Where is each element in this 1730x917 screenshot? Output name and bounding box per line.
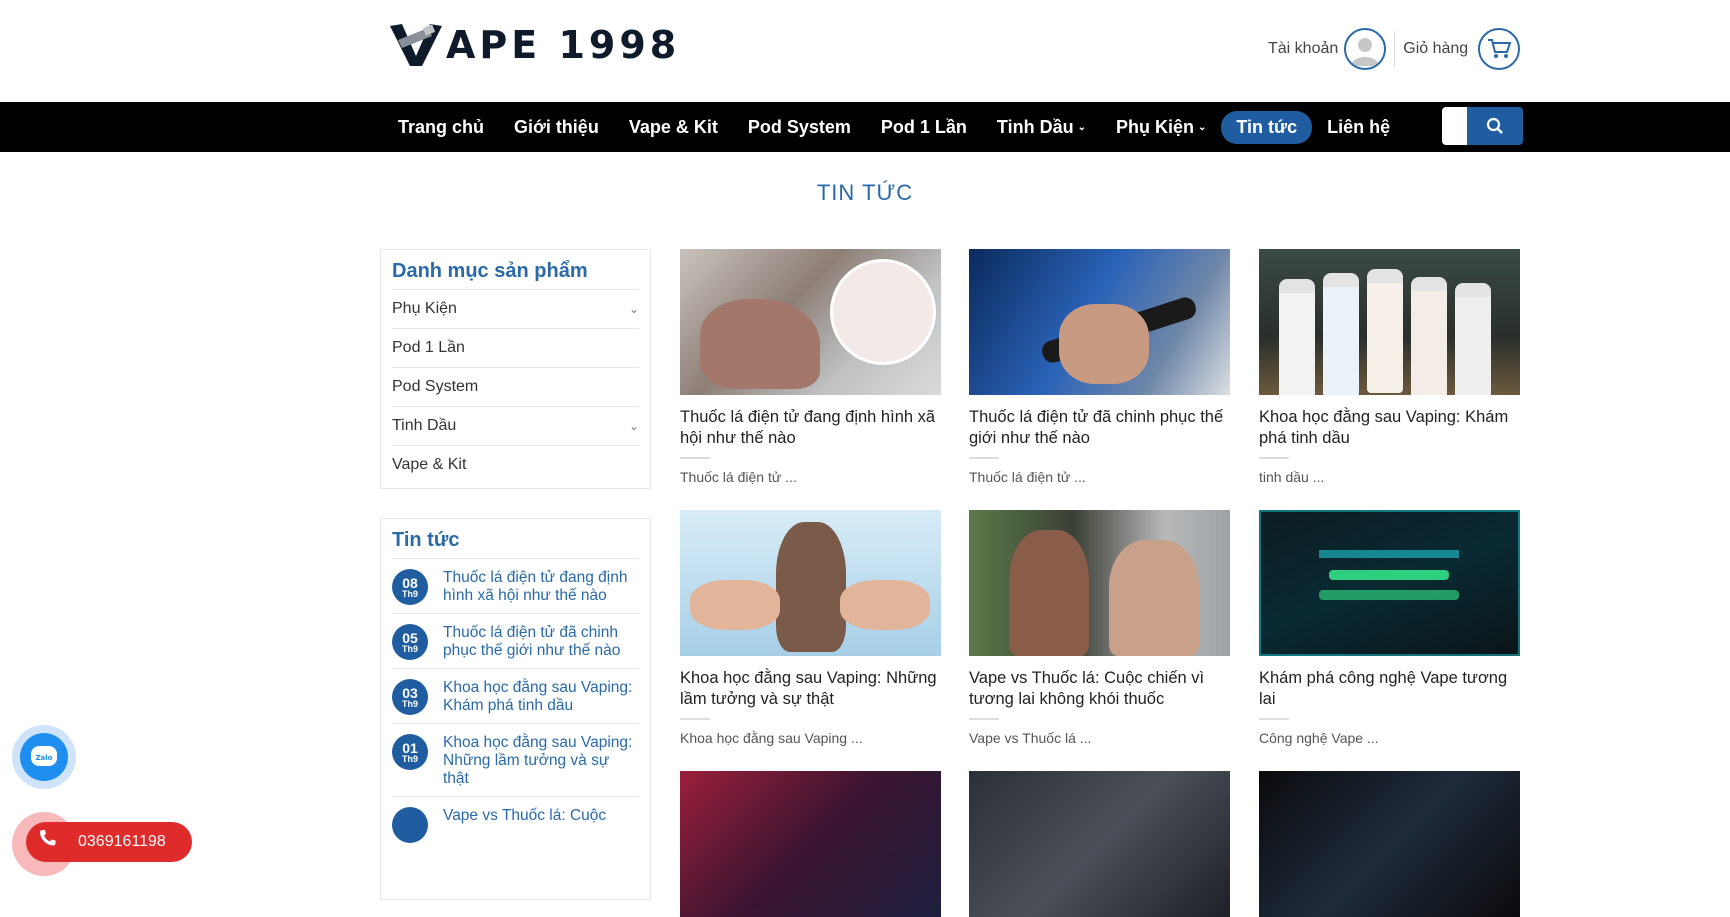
date-badge: 08 Th9 [392, 569, 428, 605]
date-badge: 01 Th9 [392, 734, 428, 770]
post-card[interactable]: Vape vs Thuốc lá: Cuộc chiến vì tương la… [969, 510, 1230, 746]
post-thumbnail[interactable] [969, 510, 1230, 656]
post-excerpt: Thuốc lá điện tử ... [680, 469, 797, 485]
date-badge: 03 Th9 [392, 679, 428, 715]
logo-text: APE 1998 [446, 23, 681, 67]
post-title[interactable]: Khoa học đằng sau Vaping: Những lầm tưởn… [680, 668, 941, 710]
post-divider [969, 718, 999, 720]
search-icon [1486, 117, 1503, 134]
svg-text:Zalo: Zalo [35, 754, 52, 762]
page-title: TIN TỨC [816, 180, 914, 205]
category-item[interactable]: Pod 1 Lần [392, 328, 639, 367]
news-list-item[interactable]: 01 Th9 Khoa học đằng sau Vaping: Những lầ… [392, 723, 639, 796]
category-item[interactable]: Pod System [392, 367, 639, 406]
post-thumbnail[interactable] [969, 771, 1230, 917]
post-card[interactable]: Thuốc lá điện tử đang định hình xã hội n… [680, 249, 941, 485]
date-badge: 05 Th9 [392, 624, 428, 660]
header-account-cart: Tài khoản Giỏ hàng [1268, 28, 1521, 70]
cart-label[interactable]: Giỏ hàng [1403, 40, 1468, 58]
news-list-item[interactable]: 05 Th9 Thuốc lá điện tử đã chinh phục thế… [392, 613, 639, 668]
category-item[interactable]: Tinh Dầu ⌄ [392, 406, 639, 445]
nav-phu-kien[interactable]: Phụ Kiện ⌄ [1101, 111, 1221, 144]
account-label[interactable]: Tài khoản [1268, 40, 1338, 58]
logo-v-icon [390, 24, 442, 66]
post-divider [1259, 718, 1289, 720]
cart-icon[interactable] [1478, 28, 1521, 70]
news-link[interactable]: Thuốc lá điện tử đã chinh phục thế giới … [443, 624, 639, 660]
news-link[interactable]: Khoa học đằng sau Vaping: Khám phá tinh … [443, 679, 639, 715]
category-item[interactable]: Phụ Kiện ⌄ [392, 289, 639, 328]
post-excerpt: tinh dầu ... [1259, 469, 1325, 485]
post-excerpt: Vape vs Thuốc lá ... [969, 730, 1092, 746]
news-list-item[interactable]: 03 Th9 Khoa học đằng sau Vaping: Khám phá… [392, 668, 639, 723]
news-list-item[interactable]: Vape vs Thuốc lá: Cuộc [392, 796, 639, 851]
post-thumbnail[interactable] [680, 771, 941, 917]
post-thumbnail[interactable] [1259, 249, 1520, 395]
nav-pod-1-lan[interactable]: Pod 1 Lần [866, 111, 982, 144]
nav-lien-he[interactable]: Liên hệ [1312, 111, 1405, 144]
post-card[interactable] [969, 771, 1230, 917]
news-widget-title: Tin tức [392, 529, 460, 551]
post-thumbnail[interactable] [1259, 510, 1520, 656]
post-card[interactable]: Khám phá công nghệ Vape tương lai Công n… [1259, 510, 1520, 746]
news-list-item[interactable]: 08 Th9 Thuốc lá điện tử đang định hình xã… [392, 558, 639, 613]
post-divider [680, 457, 710, 459]
post-card[interactable]: Thuốc lá điện tử đã chinh phục thế giới … [969, 249, 1230, 485]
post-card[interactable] [1259, 771, 1520, 917]
chevron-down-icon: ⌄ [1197, 121, 1207, 133]
chevron-down-icon[interactable]: ⌄ [629, 302, 639, 316]
post-excerpt: Khoa học đằng sau Vaping ... [680, 730, 863, 746]
nav-tinh-dau[interactable]: Tinh Dầu ⌄ [982, 111, 1101, 144]
search-button[interactable] [1467, 107, 1523, 145]
post-thumbnail[interactable] [680, 510, 941, 656]
post-title[interactable]: Vape vs Thuốc lá: Cuộc chiến vì tương la… [969, 668, 1230, 710]
user-icon[interactable] [1344, 28, 1387, 70]
nav-about[interactable]: Giới thiệu [499, 111, 614, 144]
nav-home[interactable]: Trang chủ [383, 111, 499, 144]
zalo-button[interactable]: Zalo [12, 725, 76, 789]
post-thumbnail[interactable] [680, 249, 941, 395]
nav-tin-tuc[interactable]: Tin tức [1221, 110, 1313, 144]
post-title[interactable]: Thuốc lá điện tử đang định hình xã hội n… [680, 407, 941, 449]
header-separator [1394, 31, 1396, 67]
news-link[interactable]: Khoa học đằng sau Vaping: Những lầm tưởn… [443, 734, 639, 788]
post-divider [1259, 457, 1289, 459]
nav-pod-system[interactable]: Pod System [733, 111, 866, 144]
post-excerpt: Thuốc lá điện tử ... [969, 469, 1086, 485]
post-card[interactable] [680, 771, 941, 917]
search-box [1442, 107, 1523, 145]
news-link[interactable]: Thuốc lá điện tử đang định hình xã hội n… [443, 569, 639, 605]
phone-number[interactable]: 0369161198 [78, 833, 166, 851]
site-logo[interactable]: APE 1998 [388, 22, 680, 68]
post-title[interactable]: Khám phá công nghệ Vape tương lai [1259, 668, 1520, 710]
news-widget: Tin tức 08 Th9 Thuốc lá điện tử đang định… [380, 518, 651, 900]
post-title[interactable]: Khoa học đằng sau Vaping: Khám phá tinh … [1259, 407, 1520, 449]
post-card[interactable]: Khoa học đằng sau Vaping: Những lầm tưởn… [680, 510, 941, 746]
date-badge [392, 807, 428, 843]
chevron-down-icon: ⌄ [1077, 121, 1086, 133]
post-divider [680, 718, 710, 720]
zalo-icon: Zalo [20, 733, 68, 781]
site-header: APE 1998 Tài khoản Giỏ hàng [0, 0, 1730, 102]
post-title[interactable]: Thuốc lá điện tử đã chinh phục thế giới … [969, 407, 1230, 449]
nav-vape-kit[interactable]: Vape & Kit [614, 111, 733, 144]
category-widget-title: Danh mục sản phẩm [392, 260, 588, 282]
post-excerpt: Công nghệ Vape ... [1259, 730, 1379, 746]
chevron-down-icon[interactable]: ⌄ [629, 419, 639, 433]
phone-icon [40, 830, 56, 846]
category-widget: Danh mục sản phẩm Phụ Kiện ⌄ Pod 1 Lần Po… [380, 249, 651, 489]
post-thumbnail[interactable] [1259, 771, 1520, 917]
news-link[interactable]: Vape vs Thuốc lá: Cuộc [443, 807, 606, 843]
category-item[interactable]: Vape & Kit [392, 445, 639, 484]
post-card[interactable]: Khoa học đằng sau Vaping: Khám phá tinh … [1259, 249, 1520, 485]
search-input[interactable] [1442, 107, 1467, 145]
post-thumbnail[interactable] [969, 249, 1230, 395]
post-divider [969, 457, 999, 459]
phone-button[interactable]: 0369161198 [12, 812, 192, 876]
